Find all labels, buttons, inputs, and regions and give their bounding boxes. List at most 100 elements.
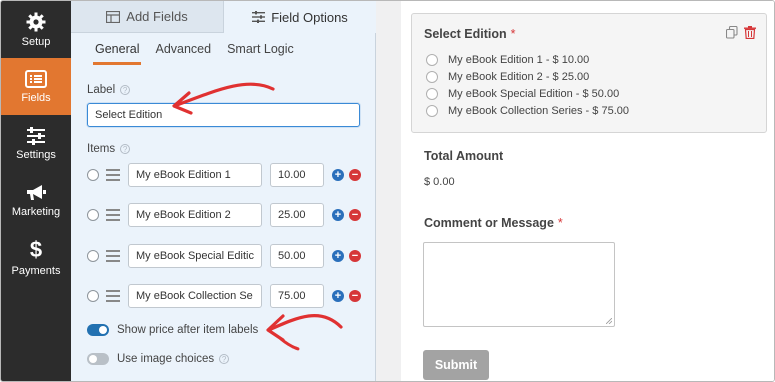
nav-payments-label: Payments <box>11 264 61 277</box>
total-amount-value: $ 0.00 <box>424 176 455 188</box>
nav-settings[interactable]: Settings <box>1 115 71 172</box>
add-item-icon[interactable]: + <box>332 290 344 302</box>
tab-field-options[interactable]: Field Options <box>223 1 376 33</box>
required-marker: * <box>557 216 563 230</box>
choice-label: My eBook Edition 1 - $ 10.00 <box>448 54 590 66</box>
item-row: My eBook Special Editic + − <box>87 244 367 268</box>
item-price-input[interactable] <box>270 203 324 227</box>
nav-fields[interactable]: Fields <box>1 58 71 115</box>
select-edition-title-text: Select Edition <box>424 27 507 41</box>
add-item-icon[interactable]: + <box>332 250 344 262</box>
gear-icon <box>26 12 46 31</box>
label-caption: Label? <box>87 84 131 96</box>
choice-radio[interactable] <box>426 105 438 117</box>
nav-marketing-label: Marketing <box>11 205 61 218</box>
comment-textarea[interactable] <box>423 242 615 327</box>
image-choices-toggle-row: Use image choices? <box>87 351 230 367</box>
items-caption-text: Items <box>87 143 116 155</box>
choice-radio[interactable] <box>426 71 438 83</box>
default-radio[interactable] <box>87 169 99 181</box>
item-price-input[interactable] <box>270 163 324 187</box>
add-item-icon[interactable]: + <box>332 169 344 181</box>
fields-list-icon <box>25 69 47 88</box>
remove-item-icon[interactable]: − <box>349 290 361 302</box>
item-price-input[interactable] <box>270 284 324 308</box>
required-marker: * <box>510 27 516 41</box>
tab-field-options-label: Field Options <box>271 9 348 25</box>
nav-settings-label: Settings <box>16 148 56 161</box>
canvas-gutter <box>376 1 401 381</box>
duplicate-icon[interactable] <box>726 26 738 39</box>
options-subtabs: General Advanced Smart Logic <box>71 33 376 65</box>
item-row: My eBook Collection Se + − <box>87 284 367 308</box>
nav-fields-label: Fields <box>21 91 51 104</box>
drag-handle-icon[interactable] <box>106 209 120 221</box>
choice-label: My eBook Edition 2 - $ 25.00 <box>448 71 590 83</box>
image-choices-label: Use image choices <box>117 353 215 365</box>
nav-payments[interactable]: $ Payments <box>1 229 71 286</box>
help-icon[interactable]: ? <box>219 354 230 364</box>
tab-add-fields[interactable]: Add Fields <box>71 1 223 33</box>
item-label-input[interactable]: My eBook Special Editic <box>128 244 262 268</box>
image-choices-toggle[interactable] <box>87 353 109 365</box>
panel-tabs: Add Fields Field Options <box>71 1 376 33</box>
default-radio[interactable] <box>87 250 99 262</box>
table-icon <box>106 10 121 23</box>
add-item-icon[interactable]: + <box>332 209 344 221</box>
subtab-general[interactable]: General <box>92 33 142 65</box>
default-radio[interactable] <box>87 209 99 221</box>
show-price-toggle[interactable] <box>87 324 109 336</box>
form-preview: Select Edition * My eBook Edition 1 - $ 1… <box>401 1 774 381</box>
drag-handle-icon[interactable] <box>106 250 120 262</box>
choice-radio[interactable] <box>426 88 438 100</box>
item-row: My eBook Edition 2 + − <box>87 203 367 227</box>
label-input[interactable] <box>87 103 360 127</box>
field-options-panel: Add Fields Field Options General Advance… <box>71 1 376 381</box>
app-frame: Setup Fields Settings Marketing $ Paymen… <box>0 0 775 382</box>
drag-handle-icon[interactable] <box>106 169 120 181</box>
show-price-toggle-row: Show price after item labels <box>87 322 258 338</box>
choice-option[interactable]: My eBook Special Edition - $ 50.00 <box>426 87 619 101</box>
sliders-icon <box>27 126 45 145</box>
items-caption: Items? <box>87 143 131 155</box>
item-label-input[interactable]: My eBook Collection Se <box>128 284 262 308</box>
megaphone-icon <box>27 184 46 200</box>
drag-handle-icon[interactable] <box>106 290 120 302</box>
default-radio[interactable] <box>87 290 99 302</box>
select-edition-title: Select Edition * <box>424 27 516 41</box>
comment-label: Comment or Message * <box>424 216 563 230</box>
remove-item-icon[interactable]: − <box>349 169 361 181</box>
trash-icon[interactable] <box>744 26 756 39</box>
choice-option[interactable]: My eBook Edition 2 - $ 25.00 <box>426 70 589 84</box>
subtab-advanced[interactable]: Advanced <box>155 33 211 65</box>
item-price-input[interactable] <box>270 244 324 268</box>
choice-label: My eBook Special Edition - $ 50.00 <box>448 88 620 100</box>
remove-item-icon[interactable]: − <box>349 209 361 221</box>
submit-button[interactable]: Submit <box>423 350 489 380</box>
choice-radio[interactable] <box>426 54 438 66</box>
choice-label: My eBook Collection Series - $ 75.00 <box>448 105 629 117</box>
choice-option[interactable]: My eBook Edition 1 - $ 10.00 <box>426 53 589 67</box>
dollar-icon: $ <box>30 239 42 261</box>
resize-handle-icon[interactable] <box>606 318 612 324</box>
tab-add-fields-label: Add Fields <box>126 9 188 24</box>
choice-option[interactable]: My eBook Collection Series - $ 75.00 <box>426 104 629 118</box>
field-actions <box>726 26 756 39</box>
remove-item-icon[interactable]: − <box>349 250 361 262</box>
subtab-smart-logic[interactable]: Smart Logic <box>227 33 294 65</box>
total-amount-label: Total Amount <box>424 149 504 163</box>
svg-text:$: $ <box>30 239 42 261</box>
item-label-input[interactable]: My eBook Edition 2 <box>128 203 262 227</box>
sliders-icon <box>252 11 266 23</box>
comment-label-text: Comment or Message <box>424 216 554 230</box>
select-edition-field[interactable]: Select Edition * My eBook Edition 1 - $ 1… <box>411 13 767 133</box>
nav-setup-label: Setup <box>21 35 51 48</box>
item-label-input[interactable]: My eBook Edition 1 <box>128 163 262 187</box>
builder-sidebar: Setup Fields Settings Marketing $ Paymen… <box>1 1 71 381</box>
label-caption-text: Label <box>87 84 116 96</box>
show-price-label: Show price after item labels <box>117 324 259 336</box>
help-icon[interactable]: ? <box>120 143 131 154</box>
nav-marketing[interactable]: Marketing <box>1 172 71 229</box>
nav-setup[interactable]: Setup <box>1 1 71 58</box>
help-icon[interactable]: ? <box>120 84 131 95</box>
